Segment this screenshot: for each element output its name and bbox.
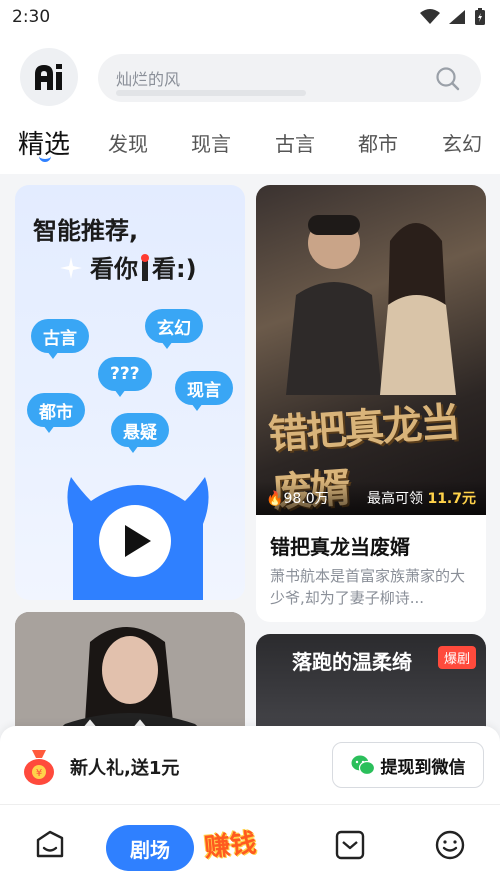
- poster-person-art: [15, 612, 245, 742]
- promo-line-1: 智能推荐,: [33, 217, 139, 245]
- profile-icon: [435, 830, 465, 860]
- tab-selected[interactable]: 精选: [18, 124, 70, 162]
- ai-recommend-card[interactable]: 智能推荐, 看你 看:) 古言 玄幻 ??? 现言 都市 悬疑: [15, 185, 245, 600]
- app-logo[interactable]: [20, 48, 78, 106]
- search-icon[interactable]: [435, 66, 461, 92]
- genre-bubble[interactable]: 都市: [27, 393, 85, 433]
- genre-bubble[interactable]: ???: [98, 357, 152, 397]
- tab-fantasy[interactable]: 玄幻: [442, 128, 482, 157]
- sparkle-icon: [60, 257, 82, 279]
- promo-line-2: 看你 看:): [90, 254, 197, 283]
- search-ghost-text: [116, 90, 306, 96]
- newcomer-reward-bar: ¥ 新人礼,送1元 提现到微信: [0, 726, 500, 804]
- tab-discover[interactable]: 发现: [108, 128, 148, 157]
- drama-card[interactable]: [15, 612, 245, 742]
- reward-info: 最高可领 11.7元: [367, 491, 476, 507]
- home-icon: [36, 830, 64, 858]
- status-time: 2:30: [12, 7, 51, 27]
- withdraw-label: 提现到微信: [380, 757, 466, 778]
- drama-title: 错把真龙当废婿: [270, 535, 410, 559]
- views-count: 🔥98.0万: [266, 491, 329, 507]
- svg-text:¥: ¥: [36, 768, 42, 779]
- nav-profile[interactable]: [430, 825, 470, 865]
- withdraw-to-wechat-button[interactable]: 提现到微信: [332, 742, 484, 788]
- tab-modern-romance[interactable]: 现言: [191, 128, 231, 157]
- drama-poster: 错把真龙当废婿 🔥98.0万 最高可领 11.7元: [256, 185, 486, 516]
- wifi-icon: [420, 9, 440, 24]
- reward-text: 新人礼,送1元: [70, 758, 180, 779]
- poster-people-art: [286, 215, 456, 395]
- genre-bubble[interactable]: 古言: [31, 319, 89, 359]
- category-tabs: 精选 发现 现言 古言 都市 玄幻: [0, 124, 500, 164]
- tab-ancient-romance[interactable]: 古言: [275, 128, 315, 157]
- wechat-icon: [351, 755, 375, 776]
- status-icons: [420, 8, 486, 26]
- mascot-play-icon[interactable]: [63, 469, 213, 600]
- drama-title-art: 落跑的温柔绮: [292, 650, 412, 674]
- search-placeholder: 灿烂的风: [116, 70, 181, 89]
- poster-meta: 🔥98.0万 最高可领 11.7元: [256, 481, 486, 515]
- money-bag-icon: ¥: [24, 750, 54, 785]
- search-bar[interactable]: 灿烂的风: [98, 54, 481, 102]
- drama-description: 萧书航本是首富家族萧家的大少爷,却为了妻子柳诗...: [270, 567, 466, 607]
- signal-icon: [449, 10, 465, 24]
- genre-bubble[interactable]: 现言: [175, 371, 233, 411]
- nav-earn[interactable]: 赚钱: [202, 822, 258, 864]
- battery-icon: [475, 8, 485, 25]
- tab-underline: [39, 156, 51, 162]
- fire-icon: 🔥: [266, 491, 284, 507]
- genre-bubble[interactable]: 悬疑: [111, 413, 169, 453]
- bookshelf-icon: [335, 830, 365, 860]
- drama-card[interactable]: 错把真龙当废婿 🔥98.0万 最高可领 11.7元 错把真龙当废婿 萧书航本是首…: [256, 185, 486, 622]
- content-feed: 智能推荐, 看你 看:) 古言 玄幻 ??? 现言 都市 悬疑 错把真龙当废婿 …: [0, 174, 500, 754]
- ai-logo-icon: [35, 64, 62, 90]
- genre-bubble[interactable]: 玄幻: [145, 309, 203, 349]
- nav-bookshelf[interactable]: [330, 825, 370, 865]
- header: 灿烂的风 精选 发现 现言 古言 都市 玄幻: [0, 34, 500, 174]
- status-bar: 2:30: [0, 0, 500, 34]
- nav-home[interactable]: [30, 825, 70, 865]
- nav-theater[interactable]: 剧场: [106, 825, 194, 871]
- hot-badge: 爆剧: [437, 646, 476, 669]
- bottom-nav: 剧场 赚钱: [0, 804, 500, 889]
- tab-urban[interactable]: 都市: [358, 128, 398, 157]
